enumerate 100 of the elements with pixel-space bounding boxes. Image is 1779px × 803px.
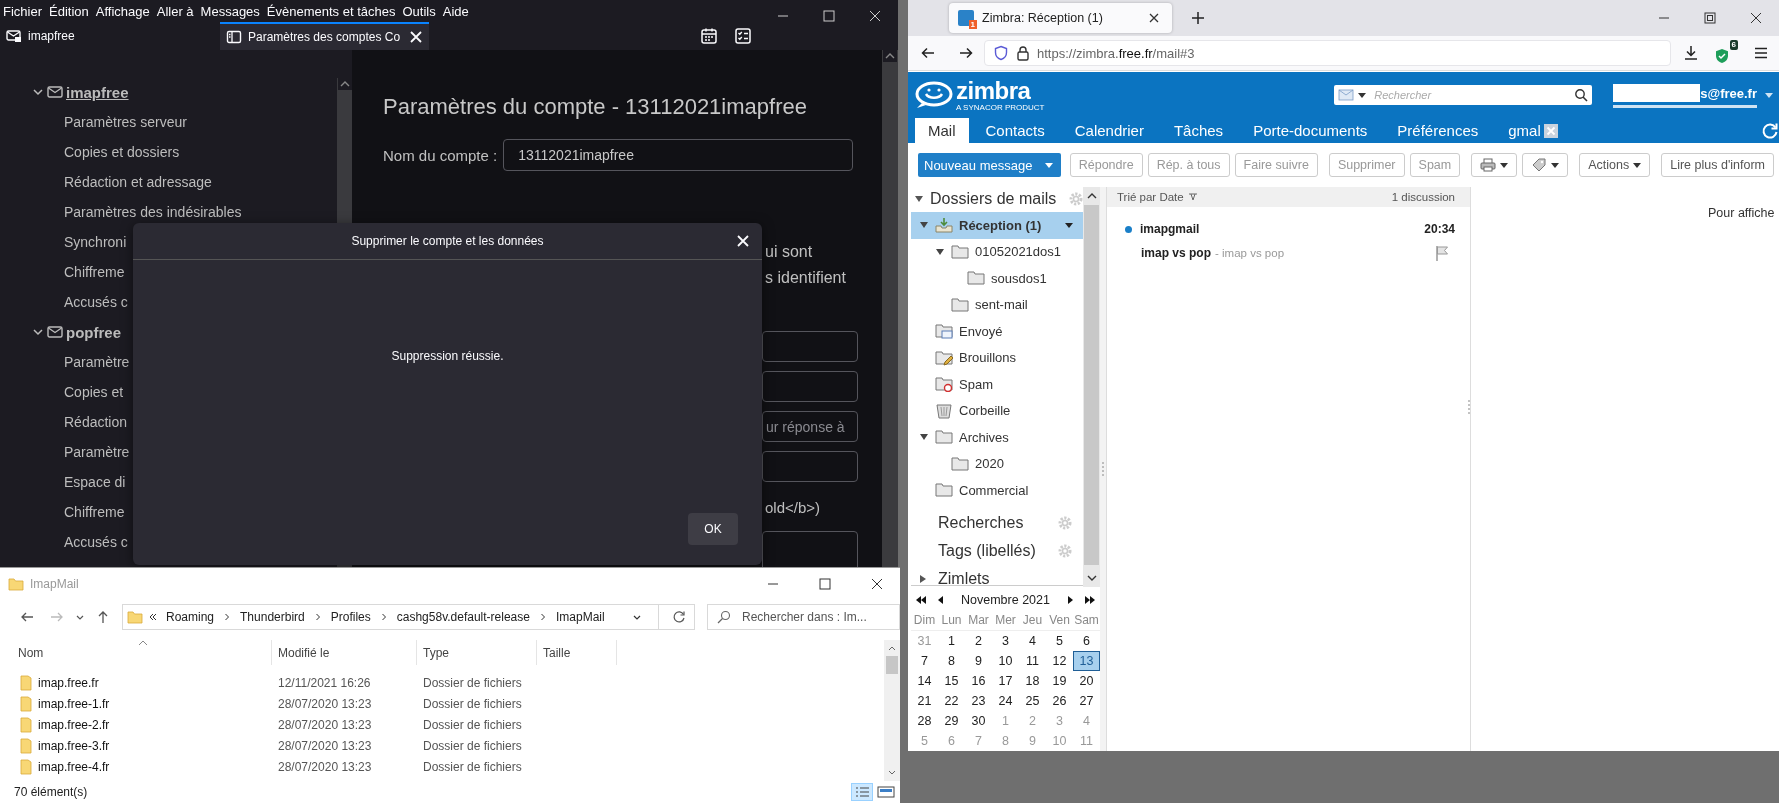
settings-item[interactable]: Copies et dossiers bbox=[64, 144, 180, 160]
settings-item[interactable]: Paramètre bbox=[64, 444, 130, 460]
ok-button[interactable]: OK bbox=[688, 513, 738, 545]
calendar-day[interactable]: 1 bbox=[938, 631, 965, 651]
lock-icon[interactable] bbox=[1015, 45, 1031, 61]
settings-item[interactable]: Espace di bbox=[64, 474, 126, 490]
file-name[interactable]: imap.free-1.fr bbox=[38, 696, 110, 711]
menu-icon[interactable] bbox=[1753, 45, 1769, 61]
calendar-day[interactable]: 17 bbox=[992, 671, 1019, 691]
grip-icon[interactable] bbox=[1467, 400, 1471, 414]
toolbar-button[interactable]: Lire plus d'inform bbox=[1661, 153, 1774, 177]
file-name[interactable]: imap.free.fr bbox=[38, 675, 99, 690]
search-field[interactable]: Rechercher bbox=[1334, 85, 1593, 105]
tab[interactable]: Paramètres des comptes Co bbox=[220, 22, 429, 50]
double-chevron-icon[interactable] bbox=[148, 612, 158, 622]
input-field[interactable] bbox=[762, 451, 858, 482]
download-icon[interactable] bbox=[1683, 45, 1700, 61]
calendar-day[interactable]: 16 bbox=[965, 671, 992, 691]
search-icon[interactable] bbox=[1574, 88, 1589, 102]
breadcrumb-item[interactable]: Roaming bbox=[163, 610, 218, 624]
input-field[interactable] bbox=[762, 371, 858, 402]
folder-item[interactable]: sent-mail bbox=[911, 291, 1083, 318]
calendar-day[interactable]: 7 bbox=[911, 651, 938, 671]
calendar-day[interactable]: 4 bbox=[1019, 631, 1046, 651]
forward-arrow-icon[interactable] bbox=[958, 45, 974, 61]
search-field[interactable]: Rechercher dans : Im... bbox=[707, 604, 900, 630]
triangle-right-icon[interactable] bbox=[918, 573, 928, 584]
breadcrumb-item[interactable]: Thunderbird bbox=[237, 610, 308, 624]
calendar-day[interactable]: 3 bbox=[992, 631, 1019, 651]
menu-item[interactable]: Fichier bbox=[0, 3, 46, 19]
calendar-day[interactable]: 22 bbox=[938, 691, 965, 711]
menu-item[interactable]: Outils bbox=[399, 3, 440, 19]
file-name[interactable]: imap.free-4.fr bbox=[38, 759, 110, 774]
menu-item[interactable]: Évènements et tâches bbox=[263, 3, 400, 19]
calendar-day[interactable]: 14 bbox=[911, 671, 938, 691]
app-tab[interactable]: Tâches bbox=[1160, 118, 1237, 143]
app-tab[interactable]: Porte-documents bbox=[1240, 118, 1381, 143]
section-title[interactable]: Tags (libellés) bbox=[938, 541, 1036, 560]
user-menu[interactable]: s@free.fr bbox=[1613, 82, 1757, 108]
scroll-down-icon[interactable] bbox=[1085, 574, 1098, 582]
previous-year-icon[interactable] bbox=[915, 595, 927, 605]
scroll-up-icon[interactable] bbox=[1085, 192, 1098, 200]
menu-item[interactable]: Messages bbox=[197, 3, 264, 19]
settings-item[interactable]: Paramètres serveur bbox=[64, 114, 187, 130]
caret-icon[interactable] bbox=[1065, 222, 1073, 228]
preview-view-icon[interactable] bbox=[876, 784, 896, 800]
settings-item[interactable]: Synchroni bbox=[64, 234, 127, 250]
file-name[interactable]: imap.free-2.fr bbox=[38, 717, 110, 732]
breadcrumb-item[interactable]: cashg58v.default-release bbox=[393, 610, 533, 624]
folder-item[interactable]: Réception (1) bbox=[911, 212, 1083, 239]
scroll-thumb[interactable] bbox=[886, 656, 898, 674]
settings-item[interactable]: Accusés c bbox=[64, 534, 128, 550]
chevron-icon[interactable] bbox=[32, 326, 44, 338]
scroll-down-icon[interactable] bbox=[887, 769, 897, 777]
menu-item[interactable]: Affichage bbox=[92, 3, 154, 19]
calendar-day[interactable]: 25 bbox=[1019, 691, 1046, 711]
input-field[interactable] bbox=[762, 331, 858, 362]
message-row[interactable]: imapgmail 20:34 imap vs pop - imap vs pop bbox=[1107, 207, 1470, 265]
calendar-day[interactable]: 26 bbox=[1046, 691, 1073, 711]
folder-item[interactable]: Brouillons bbox=[911, 344, 1083, 371]
folder-item[interactable]: Envoyé bbox=[911, 318, 1083, 345]
scroll-up-icon[interactable] bbox=[337, 78, 352, 90]
calendar-day[interactable]: 30 bbox=[965, 711, 992, 731]
file-name[interactable]: imap.free-3.fr bbox=[38, 738, 110, 753]
breadcrumb-item[interactable]: Profiles bbox=[327, 610, 374, 624]
splitter-handle[interactable] bbox=[1100, 187, 1107, 751]
calendar-day[interactable]: 12 bbox=[1046, 651, 1073, 671]
scrollbar[interactable] bbox=[884, 640, 900, 781]
actions-button[interactable]: Actions bbox=[1579, 153, 1651, 177]
app-tab[interactable]: Préférences bbox=[1384, 118, 1492, 143]
tag-button[interactable] bbox=[1522, 153, 1569, 177]
menu-item[interactable]: Aller à bbox=[153, 3, 198, 19]
calendar-day[interactable]: 10 bbox=[992, 651, 1019, 671]
settings-item[interactable]: Accusés c bbox=[64, 294, 128, 310]
calendar-day[interactable]: 13 bbox=[1073, 651, 1100, 671]
folder-item[interactable]: sousdos1 bbox=[911, 265, 1083, 292]
close-icon[interactable] bbox=[1148, 12, 1160, 24]
breadcrumb-item[interactable]: ImapMail bbox=[552, 610, 608, 624]
section-title[interactable]: Recherches bbox=[938, 513, 1024, 532]
calendar-day[interactable]: 20 bbox=[1073, 671, 1100, 691]
calendar-day[interactable]: 21 bbox=[911, 691, 938, 711]
menu-item[interactable]: Édition bbox=[46, 3, 93, 19]
reply-to-field[interactable]: ur réponse à bbox=[762, 411, 858, 442]
sort-label[interactable]: Trié par Date bbox=[1117, 191, 1184, 203]
account-name[interactable]: imapfree bbox=[66, 83, 129, 101]
address-bar[interactable]: https://zimbra.free.fr/mail#3 bbox=[984, 40, 1672, 66]
new-message-button[interactable]: Nouveau message bbox=[918, 153, 1061, 177]
sort-icon[interactable] bbox=[1187, 193, 1198, 201]
folder-item[interactable]: Commercial bbox=[911, 477, 1083, 504]
tab[interactable]: imapfree bbox=[0, 22, 202, 50]
calendar-day[interactable]: 19 bbox=[1046, 671, 1073, 691]
flag-icon[interactable] bbox=[1435, 245, 1449, 261]
settings-item[interactable]: Paramètre bbox=[64, 354, 130, 370]
refresh-icon[interactable] bbox=[671, 609, 687, 625]
settings-item[interactable]: Rédaction bbox=[64, 414, 128, 430]
calendar-day[interactable]: 27 bbox=[1073, 691, 1100, 711]
calendar-day[interactable]: 11 bbox=[1019, 651, 1046, 671]
scrollbar[interactable] bbox=[882, 50, 898, 568]
app-tab[interactable]: Calendrier bbox=[1061, 118, 1157, 143]
folder-item[interactable]: 01052021dos1 bbox=[911, 238, 1083, 265]
